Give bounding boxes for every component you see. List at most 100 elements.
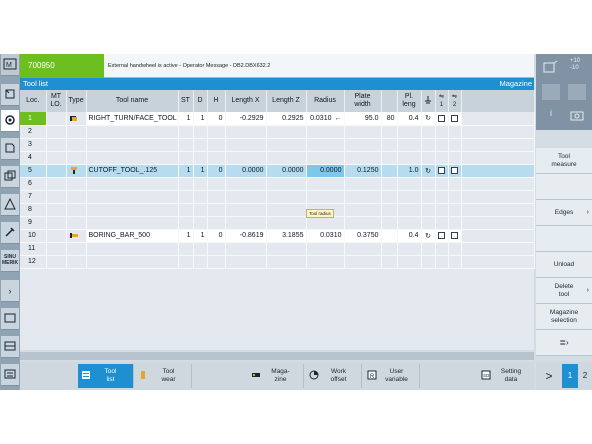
program-icon[interactable] — [1, 138, 19, 160]
window-icon[interactable] — [1, 308, 19, 330]
cell-empty[interactable] — [381, 138, 398, 152]
table-row[interactable]: 2 — [20, 125, 535, 139]
cell-pl-leng[interactable]: 0.4 — [397, 112, 422, 126]
cell-angle[interactable] — [381, 229, 398, 243]
cell-empty[interactable] — [86, 216, 179, 230]
cell-type[interactable] — [66, 216, 87, 230]
col-d[interactable]: D — [193, 90, 208, 112]
cell-loc[interactable]: 7 — [20, 190, 47, 204]
table-row[interactable]: 3 — [20, 138, 535, 152]
cell-empty[interactable] — [86, 255, 179, 269]
cell-empty[interactable] — [207, 203, 226, 217]
cell-empty[interactable] — [421, 138, 436, 152]
cell-empty[interactable] — [193, 190, 208, 204]
cell-empty[interactable] — [421, 177, 436, 191]
cell-empty[interactable] — [266, 190, 307, 204]
cell-pl-leng[interactable]: 0.4 — [397, 229, 422, 243]
table-row[interactable]: 7 — [20, 190, 535, 204]
cell-mt[interactable] — [46, 255, 67, 269]
cell-empty[interactable] — [344, 138, 382, 152]
cell-spacer[interactable] — [461, 151, 535, 165]
cell-empty[interactable] — [435, 242, 449, 256]
unload-softkey[interactable]: Unload — [536, 252, 592, 278]
table-row[interactable]: 4 — [20, 151, 535, 165]
program-manager-icon[interactable] — [1, 166, 19, 188]
undo-icon[interactable] — [542, 84, 560, 100]
cell-empty[interactable] — [266, 177, 307, 191]
sinumerik-operate-button[interactable]: SINU MERIK — [1, 250, 19, 272]
cell-empty[interactable] — [225, 242, 267, 256]
cell-empty[interactable] — [435, 203, 449, 217]
cell-tool-name[interactable]: BORING_BAR_500 — [86, 229, 179, 243]
tool-wear-softkey[interactable]: Tool wear — [136, 364, 192, 388]
cell-mt[interactable] — [46, 164, 67, 178]
cell-spindle-direction[interactable]: ↻ — [421, 164, 436, 178]
cell-empty[interactable] — [306, 190, 345, 204]
cell-empty[interactable] — [435, 190, 449, 204]
tool-list-softkey[interactable]: Tool list — [78, 364, 134, 388]
cell-loc[interactable]: 3 — [20, 138, 47, 152]
cell-empty[interactable] — [435, 138, 449, 152]
cell-mt[interactable] — [46, 177, 67, 191]
cell-d[interactable]: 1 — [193, 164, 208, 178]
horizontal-scrollbar[interactable] — [20, 352, 534, 360]
cell-empty[interactable] — [448, 190, 462, 204]
table-row[interactable]: 12 — [20, 255, 535, 269]
cell-spacer[interactable] — [461, 164, 535, 178]
cell-empty[interactable] — [266, 138, 307, 152]
cell-tool-name[interactable]: CUTOFF_TOOL_.125 — [86, 164, 179, 178]
cell-empty[interactable] — [207, 177, 226, 191]
cell-spacer[interactable] — [461, 138, 535, 152]
cell-empty[interactable] — [381, 255, 398, 269]
cell-empty[interactable] — [306, 138, 345, 152]
cell-loc[interactable]: 11 — [20, 242, 47, 256]
cell-empty[interactable] — [381, 125, 398, 139]
machine-coordinate-icon[interactable] — [542, 60, 558, 79]
cell-empty[interactable] — [193, 216, 208, 230]
cell-type[interactable] — [66, 164, 87, 178]
cell-length-x[interactable]: -0.8619 — [225, 229, 267, 243]
cell-spacer[interactable] — [461, 177, 535, 191]
cell-length-z[interactable]: 0.2925 — [266, 112, 307, 126]
cell-empty[interactable] — [344, 203, 382, 217]
cell-empty[interactable] — [86, 177, 179, 191]
cell-empty[interactable] — [266, 203, 307, 217]
cell-type[interactable] — [66, 177, 87, 191]
cell-empty[interactable] — [225, 125, 267, 139]
cell-empty[interactable] — [397, 216, 422, 230]
cell-empty[interactable] — [207, 190, 226, 204]
empty-softkey[interactable] — [536, 226, 592, 252]
cell-coolant-1[interactable] — [435, 112, 449, 126]
cell-empty[interactable] — [225, 151, 267, 165]
table-row[interactable]: 10 BORING_BAR_500 1 1 0 -0.8619 3.1855 0.0310 0.… — [20, 229, 535, 243]
cell-empty[interactable] — [225, 255, 267, 269]
cell-empty[interactable] — [448, 138, 462, 152]
cell-st[interactable]: 1 — [178, 112, 194, 126]
cell-type[interactable] — [66, 229, 87, 243]
cell-mt[interactable] — [46, 216, 67, 230]
cell-empty[interactable] — [421, 255, 436, 269]
cell-empty[interactable] — [381, 177, 398, 191]
col-length-x[interactable]: Length X — [225, 90, 267, 112]
cell-empty[interactable] — [344, 255, 382, 269]
cell-empty[interactable] — [178, 203, 194, 217]
cell-empty[interactable] — [306, 242, 345, 256]
cell-empty[interactable] — [306, 255, 345, 269]
coolant-1-checkbox[interactable] — [438, 114, 445, 122]
cell-loc[interactable]: 5 — [20, 164, 47, 178]
cell-angle[interactable]: 80 — [381, 112, 398, 126]
coolant-1-checkbox[interactable] — [438, 231, 445, 239]
cell-empty[interactable] — [448, 151, 462, 165]
cell-empty[interactable] — [178, 138, 194, 152]
cell-empty[interactable] — [397, 242, 422, 256]
cell-type[interactable] — [66, 112, 87, 126]
cell-mt[interactable] — [46, 203, 67, 217]
cell-empty[interactable] — [225, 138, 267, 152]
cell-empty[interactable] — [266, 216, 307, 230]
cell-empty[interactable] — [344, 125, 382, 139]
cell-loc[interactable]: 8 — [20, 203, 47, 217]
tool-offset-icon[interactable] — [1, 110, 19, 132]
col-length-z[interactable]: Length Z — [266, 90, 307, 112]
cell-empty[interactable] — [344, 177, 382, 191]
cell-empty[interactable] — [86, 138, 179, 152]
